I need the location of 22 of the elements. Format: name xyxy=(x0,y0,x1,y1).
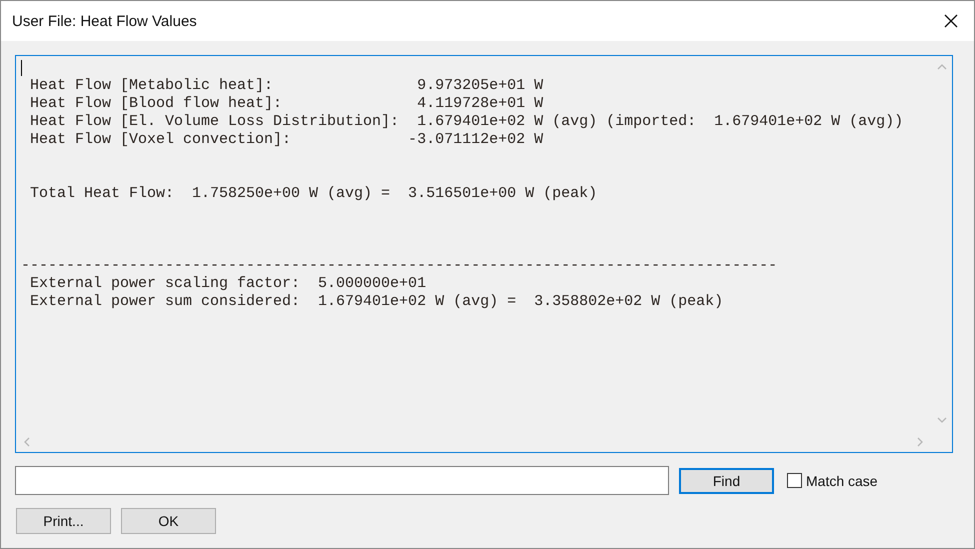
text-view[interactable] xyxy=(15,55,953,453)
find-button[interactable]: Find xyxy=(679,468,774,494)
text-line: Heat Flow [Voxel convection]: -3.071112e+02 W xyxy=(29,131,544,149)
window-title: User File: Heat Flow Values xyxy=(12,12,197,30)
scroll-up-icon[interactable] xyxy=(936,64,946,70)
close-icon[interactable] xyxy=(944,14,958,28)
dialog-button[interactable]: OK xyxy=(121,508,216,534)
dialog-button[interactable]: Print... xyxy=(16,508,111,534)
dashed-separator-line: ------------------------------------------------------------------------------------ xyxy=(21,257,778,275)
scroll-right-icon[interactable] xyxy=(917,436,923,446)
checkbox-label: Match case xyxy=(806,472,878,488)
scroll-left-icon[interactable] xyxy=(24,436,30,446)
text-line: Heat Flow [El. Volume Loss Distribution]: 1.679401e+02 W (avg) (imported: 1.679401e+02 W (avg)) xyxy=(29,113,904,131)
text-line: Heat Flow [Blood flow heat]: 4.119728e+01 W xyxy=(29,95,544,113)
search-field[interactable] xyxy=(15,466,669,495)
text-line: Heat Flow [Metabolic heat]: 9.973205e+01 W xyxy=(29,77,544,95)
scroll-down-icon[interactable] xyxy=(936,417,946,423)
text-line: External power scaling factor: 5.000000e+01 xyxy=(29,275,428,293)
text-line: External power sum considered: 1.679401e+02 W (avg) = 3.358802e+02 W (peak) xyxy=(29,293,724,311)
text-cursor xyxy=(21,60,22,76)
match-case-checkbox[interactable] xyxy=(787,473,802,488)
text-line: Total Heat Flow: 1.758250e+00 W (avg) = 3.516501e+00 W (peak) xyxy=(29,185,598,203)
